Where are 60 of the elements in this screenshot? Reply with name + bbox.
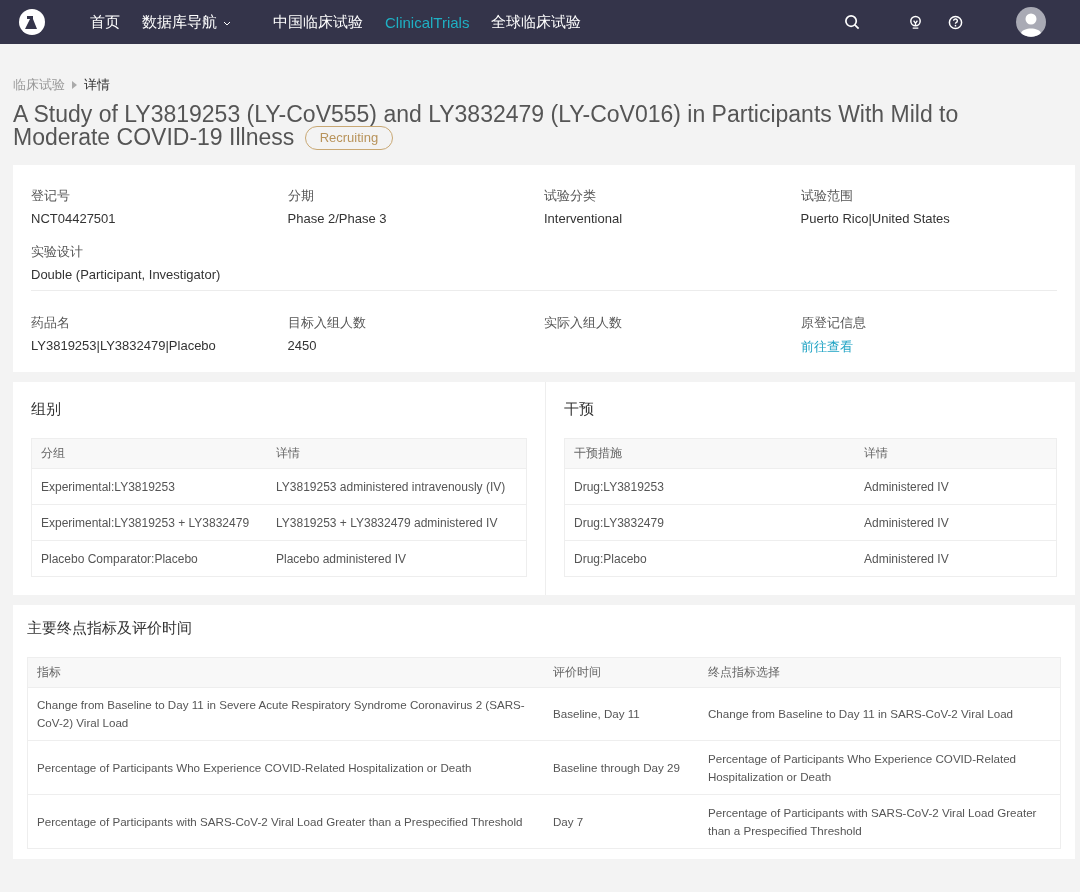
breadcrumb-separator-icon bbox=[72, 81, 77, 89]
column-header: 详情 bbox=[855, 438, 1057, 469]
table-cell: Percentage of Participants with SARS-CoV-2 Viral Load Greater than a Prespecified Threshold bbox=[699, 794, 1061, 849]
field-value: 2450 bbox=[287, 338, 318, 353]
column-header: 评价时间 bbox=[544, 657, 699, 688]
section-title: 组别 bbox=[31, 400, 62, 419]
table-cell: Administered IV bbox=[855, 468, 1057, 505]
table-cell: Administered IV bbox=[855, 504, 1057, 541]
table-cell: Day 7 bbox=[544, 794, 699, 849]
table-cell: Drug:LY3819253 bbox=[564, 468, 855, 505]
field-label: 分期 bbox=[287, 187, 315, 205]
user-avatar-icon[interactable] bbox=[1016, 7, 1046, 37]
table-cell: LY3819253 administered intravenously (IV) bbox=[267, 468, 527, 505]
table-cell: Percentage of Participants Who Experience COVID-Related Hospitalization or Death bbox=[699, 740, 1061, 795]
table-cell: Baseline, Day 11 bbox=[544, 687, 699, 741]
table-cell: LY3819253 + LY3832479 administered IV bbox=[267, 504, 527, 541]
field-value: NCT04427501 bbox=[31, 211, 117, 226]
help-icon[interactable] bbox=[948, 14, 963, 30]
column-header: 干预措施 bbox=[564, 438, 855, 469]
search-icon[interactable] bbox=[844, 13, 861, 31]
table-cell: Drug:LY3832479 bbox=[564, 504, 855, 541]
column-header: 终点指标选择 bbox=[699, 657, 1061, 688]
field-value: Phase 2/Phase 3 bbox=[287, 211, 388, 226]
field-label: 药品名 bbox=[31, 314, 71, 332]
field-value: Interventional bbox=[544, 211, 624, 226]
table-cell: Experimental:LY3819253 bbox=[31, 468, 267, 505]
field-label: 登记号 bbox=[31, 187, 71, 205]
table-cell: Drug:Placebo bbox=[564, 540, 855, 577]
table-cell: Percentage of Participants with SARS-CoV-2 Viral Load Greater than a Prespecified Threshold bbox=[27, 794, 544, 849]
column-header: 指标 bbox=[27, 657, 544, 688]
field-label: 原登记信息 bbox=[800, 314, 867, 332]
breadcrumb-current: 详情 bbox=[84, 76, 110, 94]
nav-link[interactable]: 中国临床试验 bbox=[273, 12, 363, 32]
field-label: 试验范围 bbox=[800, 187, 854, 205]
field-label: 实际入组人数 bbox=[544, 314, 623, 332]
logo-icon[interactable] bbox=[18, 8, 46, 36]
field-label: 试验分类 bbox=[544, 187, 597, 205]
table-cell: Baseline through Day 29 bbox=[544, 740, 699, 795]
table-cell: Placebo Comparator:Placebo bbox=[31, 540, 267, 577]
field-value: LY3819253|LY3832479|Placebo bbox=[31, 338, 217, 353]
nav-link[interactable]: 数据库导航 bbox=[142, 12, 231, 32]
nav-link[interactable]: 首页 bbox=[90, 12, 120, 32]
nav-link[interactable]: 全球临床试验 bbox=[491, 12, 582, 32]
field-label: 实验设计 bbox=[31, 243, 84, 261]
nav-link[interactable]: ClinicalTrials bbox=[385, 13, 470, 31]
section-title: 干预 bbox=[564, 400, 595, 419]
trial-title: A Study of LY3819253 (LY-CoV555) and LY3832479 (LY-CoV016) in Participants With Mild to Moderate COVID-19 Illness Recruiting bbox=[13, 103, 960, 150]
table-cell: Placebo administered IV bbox=[267, 540, 527, 577]
section-title: 主要终点指标及评价时间 bbox=[27, 619, 193, 638]
field-value: Puerto Rico|United States bbox=[800, 211, 951, 226]
lightbulb-icon[interactable] bbox=[908, 14, 923, 30]
field-label: 目标入组人数 bbox=[287, 314, 367, 332]
column-header: 分组 bbox=[31, 438, 267, 469]
column-header: 详情 bbox=[267, 438, 527, 469]
field-value: Double (Participant, Investigator) bbox=[31, 267, 222, 282]
table-cell: Change from Baseline to Day 11 in Severe Acute Respiratory Syndrome Coronavirus 2 (SARS-CoV-2) Viral Load bbox=[27, 687, 544, 741]
table-cell: Administered IV bbox=[855, 540, 1057, 577]
table-cell: Change from Baseline to Day 11 in SARS-CoV-2 Viral Load bbox=[699, 687, 1061, 741]
table-cell: Percentage of Participants Who Experience COVID-Related Hospitalization or Death bbox=[27, 740, 544, 795]
table-cell: Experimental:LY3819253 + LY3832479 bbox=[31, 504, 267, 541]
